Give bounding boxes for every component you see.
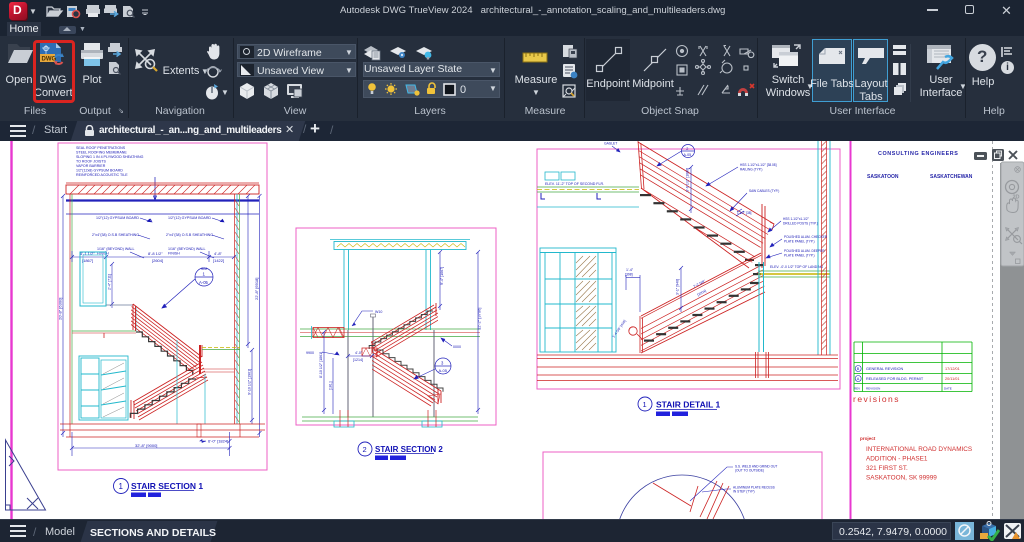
svg-text:RAILING (TYP.): RAILING (TYP.) bbox=[740, 168, 762, 172]
svg-text:GENERAL REVISION: GENERAL REVISION bbox=[866, 367, 903, 371]
svg-text:2'-4" [711]: 2'-4" [711] bbox=[108, 274, 112, 290]
svg-text:PLATE PANEL (TYP.): PLATE PANEL (TYP.) bbox=[784, 254, 815, 258]
svg-text:9'-10 1/2" [1901]: 9'-10 1/2" [1901] bbox=[248, 369, 252, 395]
svg-text:A-05: A-05 bbox=[439, 368, 448, 373]
svg-text:STAIR SECTION 1: STAIR SECTION 1 bbox=[131, 481, 203, 491]
svg-text:[398]: [398] bbox=[625, 273, 633, 277]
svg-text:(OUT TO OUTSIDE): (OUT TO OUTSIDE) bbox=[735, 469, 764, 473]
svg-text:POLISHED ALUM. CHECKER: POLISHED ALUM. CHECKER bbox=[784, 235, 828, 239]
svg-text:321 FIRST ST.: 321 FIRST ST. bbox=[866, 465, 908, 472]
svg-text:SIM: SIM bbox=[201, 267, 207, 271]
svg-text:TO ROOF JOISTS: TO ROOF JOISTS bbox=[76, 160, 106, 164]
svg-text:3'-6 1/2" [1080]: 3'-6 1/2" [1080] bbox=[686, 168, 690, 192]
svg-text:4'-8": 4'-8" bbox=[214, 251, 223, 256]
svg-text:20/11/01: 20/11/01 bbox=[945, 377, 960, 381]
svg-text:2"x4"(38) O.S.B SHEATHING: 2"x4"(38) O.S.B SHEATHING bbox=[92, 233, 139, 237]
svg-text:SASKATOON: SASKATOON bbox=[867, 174, 899, 180]
svg-text:W10: W10 bbox=[375, 310, 382, 314]
svg-text:ADDITION - PHASE1: ADDITION - PHASE1 bbox=[866, 456, 928, 463]
svg-text:[1422]: [1422] bbox=[213, 258, 224, 263]
svg-text:22'-8" [6918]: 22'-8" [6918] bbox=[254, 278, 259, 300]
svg-text:1/2"(12) GYPSUM BOARD: 1/2"(12) GYPSUM BOARD bbox=[96, 216, 139, 220]
svg-text:DATE: DATE bbox=[944, 387, 952, 391]
svg-text:6'-0" [1824]: 6'-0" [1824] bbox=[208, 439, 228, 444]
svg-text:8'-10 1/2" [1861]: 8'-10 1/2" [1861] bbox=[319, 352, 323, 378]
svg-text:1/16" (BEYOND) WALL: 1/16" (BEYOND) WALL bbox=[97, 247, 135, 251]
svg-text:SASKATCHEWAN: SASKATCHEWAN bbox=[930, 174, 973, 180]
svg-text:GASLET: GASLET bbox=[604, 142, 617, 146]
svg-text:HSS 1-1/2"x1-1/2": HSS 1-1/2"x1-1/2" bbox=[783, 217, 809, 221]
svg-text:17/12/01: 17/12/01 bbox=[945, 367, 960, 371]
svg-text:REV: REV bbox=[854, 387, 860, 391]
svg-text:[181.]: [181.] bbox=[329, 381, 333, 390]
svg-text:1: 1 bbox=[119, 482, 124, 491]
svg-text:2D: 2D bbox=[1013, 195, 1020, 201]
svg-text:STAIR DETAIL 1: STAIR DETAIL 1 bbox=[656, 400, 721, 410]
svg-text:SASKATOON, SK 99999: SASKATOON, SK 99999 bbox=[866, 475, 937, 482]
svg-text:ELEV. -0'-0 1/2" TOP OF LANDIN: ELEV. -0'-0 1/2" TOP OF LANDING bbox=[770, 265, 824, 269]
svg-text:FINISH: FINISH bbox=[168, 252, 180, 256]
svg-text:2: 2 bbox=[686, 147, 688, 151]
svg-text:A-05: A-05 bbox=[199, 280, 209, 285]
svg-text:2"x4"(38) O.S.B SHEATHING: 2"x4"(38) O.S.B SHEATHING bbox=[166, 233, 213, 237]
svg-text:3'-1" [940]: 3'-1" [940] bbox=[676, 279, 680, 295]
svg-text:A-05: A-05 bbox=[684, 153, 692, 157]
svg-text:revisions: revisions bbox=[853, 394, 900, 404]
svg-text:2: 2 bbox=[363, 445, 367, 454]
svg-text:1: 1 bbox=[643, 400, 647, 409]
svg-text:PLATE PANEL (TYP.): PLATE PANEL (TYP.) bbox=[784, 240, 815, 244]
svg-text:1/2"(12) GYPSUM BOARD: 1/2"(12) GYPSUM BOARD bbox=[168, 216, 211, 220]
svg-text:1 1/2" [38]: 1 1/2" [38] bbox=[737, 211, 752, 215]
svg-text:DRILLED POSTS (TYP.): DRILLED POSTS (TYP.) bbox=[783, 222, 818, 226]
svg-text:1'-4": 1'-4" bbox=[626, 268, 634, 272]
svg-text:SLOPING 1 IN 4 PLYWOOD SHEATHI: SLOPING 1 IN 4 PLYWOOD SHEATHING bbox=[76, 155, 144, 159]
svg-text:32'-8" [9000]: 32'-8" [9000] bbox=[135, 443, 157, 448]
svg-text:VAPOR BARRIER: VAPOR BARRIER bbox=[76, 164, 106, 168]
svg-text:4'-0": 4'-0" bbox=[355, 351, 363, 355]
svg-text:IN STEP (TYP): IN STEP (TYP) bbox=[733, 490, 755, 494]
svg-text:ELEV. 11'-2" TOP OF SECOND FLR: ELEV. 11'-2" TOP OF SECOND FLR. bbox=[545, 182, 604, 186]
svg-text:12'-2" [3706]: 12'-2" [3706] bbox=[477, 308, 482, 330]
svg-text:20'-8" [6300]: 20'-8" [6300] bbox=[58, 298, 63, 320]
svg-text:9900: 9900 bbox=[306, 351, 314, 355]
svg-text:1/16" (BEYOND) WALL: 1/16" (BEYOND) WALL bbox=[168, 247, 206, 251]
svg-text:REINFORCED ACOUSTIC TILE: REINFORCED ACOUSTIC TILE bbox=[76, 173, 128, 177]
svg-text:HSS 1-1/2"x1-1/2" [38.08]: HSS 1-1/2"x1-1/2" [38.08] bbox=[740, 163, 777, 167]
svg-text:POLISHED ALUM. DEEPER: POLISHED ALUM. DEEPER bbox=[784, 249, 825, 253]
svg-text:0000: 0000 bbox=[453, 345, 461, 349]
svg-text:RELEASED FOR BLDG. PERMIT: RELEASED FOR BLDG. PERMIT bbox=[866, 377, 924, 381]
svg-text:STEEL ROOFING MEMBRANE: STEEL ROOFING MEMBRANE bbox=[76, 151, 127, 155]
svg-text:SEAL ROOF PENETRATIONS: SEAL ROOF PENETRATIONS bbox=[76, 146, 126, 150]
svg-text:1/2"(12x8) GYPSUM BOARD: 1/2"(12x8) GYPSUM BOARD bbox=[76, 169, 123, 173]
svg-text:STAIR SECTION 2: STAIR SECTION 2 bbox=[375, 445, 443, 454]
svg-text:[1214]: [1214] bbox=[353, 358, 363, 362]
svg-text:[1867]: [1867] bbox=[82, 258, 93, 263]
svg-text:9'-4" [1067]: 9'-4" [1067] bbox=[440, 267, 444, 285]
svg-text:SAW CABLES (TYP.): SAW CABLES (TYP.) bbox=[749, 189, 779, 193]
svg-text:project: project bbox=[860, 436, 876, 441]
svg-text:8'-8 1/2": 8'-8 1/2" bbox=[148, 251, 163, 256]
svg-text:REVISION: REVISION bbox=[866, 387, 880, 391]
svg-text:CONSULTING ENGINEERS: CONSULTING ENGINEERS bbox=[878, 151, 959, 157]
svg-text:[2604]: [2604] bbox=[152, 258, 163, 263]
svg-text:INTERNATIONAL ROAD DYNAMICS: INTERNATIONAL ROAD DYNAMICS bbox=[866, 446, 972, 453]
